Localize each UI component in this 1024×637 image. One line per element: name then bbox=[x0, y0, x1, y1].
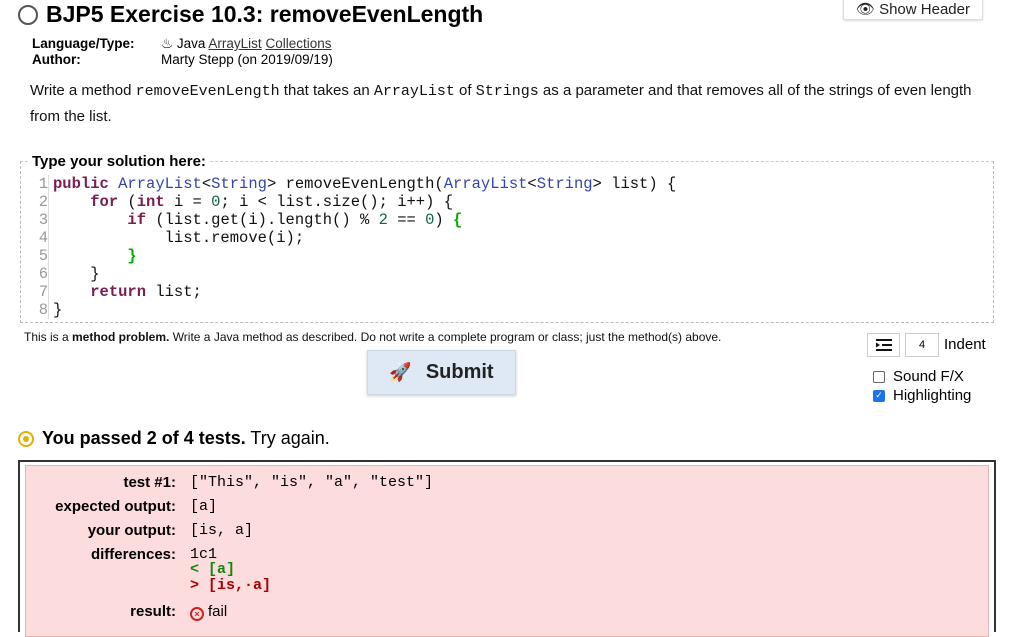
rocket-icon: 🚀 bbox=[389, 362, 412, 382]
status-circle-icon bbox=[18, 5, 38, 25]
problem-description: Write a method removeEvenLength that tak… bbox=[30, 82, 972, 125]
solution-legend: Type your solution here: bbox=[30, 153, 209, 170]
code-line[interactable]: public ArrayList<String> removeEvenLengt… bbox=[53, 175, 676, 193]
code-line[interactable]: return list; bbox=[53, 283, 676, 301]
line-number: 1 bbox=[38, 175, 48, 193]
highlighting-checkbox[interactable]: ✓ bbox=[873, 389, 885, 402]
language-label: Language/Type: bbox=[32, 36, 135, 51]
indent-icon bbox=[875, 339, 892, 351]
line-number: 6 bbox=[38, 265, 48, 283]
method-problem-note: This is a method problem. Write a Java m… bbox=[24, 330, 722, 344]
sound-fx-label: Sound F/X bbox=[893, 368, 964, 385]
code-line[interactable]: if (list.get(i).length() % 2 == 0) { bbox=[53, 211, 676, 229]
line-number: 8 bbox=[38, 301, 48, 319]
code-line[interactable]: } bbox=[53, 265, 676, 283]
page-title: BJP5 Exercise 10.3: removeEvenLength bbox=[46, 1, 484, 27]
eye-icon: 👁 bbox=[856, 1, 876, 18]
code-area[interactable]: public ArrayList<String> removeEvenLengt… bbox=[53, 175, 676, 319]
highlighting-label: Highlighting bbox=[893, 387, 972, 404]
author-value: Marty Stepp (on 2019/09/19) bbox=[161, 52, 333, 67]
language-name: Java bbox=[176, 36, 206, 51]
submit-label: Submit bbox=[425, 361, 494, 383]
code-line[interactable]: } bbox=[53, 247, 676, 265]
collections-link[interactable]: Collections bbox=[265, 36, 331, 51]
result-value: fail bbox=[208, 603, 228, 620]
line-number: 7 bbox=[38, 283, 48, 301]
show-header-label: Show Header bbox=[879, 1, 970, 18]
highlighting-toggle[interactable]: ✓ Highlighting bbox=[873, 387, 971, 404]
indent-input[interactable]: 4 bbox=[905, 333, 939, 357]
line-number: 4 bbox=[38, 229, 48, 247]
fail-icon: × bbox=[190, 607, 204, 621]
line-number: 2 bbox=[38, 193, 48, 211]
test-case-1: test #1: ["This", "is", "a", "test"] exp… bbox=[25, 465, 989, 637]
arraylist-link[interactable]: ArrayList bbox=[208, 36, 261, 51]
partial-pass-icon bbox=[18, 430, 34, 447]
submit-button[interactable]: 🚀 Submit bbox=[367, 350, 516, 395]
indent-label: Indent bbox=[944, 336, 986, 353]
line-number: 3 bbox=[38, 211, 48, 229]
header: BJP5 Exercise 10.3: removeEvenLength 👁 Sh… bbox=[18, 0, 1008, 30]
code-line[interactable]: } bbox=[53, 301, 676, 319]
line-number-gutter: 12345678 bbox=[27, 175, 49, 319]
result-summary: You passed 2 of 4 tests. Try again. bbox=[18, 428, 330, 449]
sound-fx-toggle[interactable]: Sound F/X bbox=[873, 368, 964, 385]
language-value: ♨ Java ArrayList Collections bbox=[161, 36, 331, 52]
indent-button[interactable] bbox=[867, 333, 900, 357]
show-header-button[interactable]: 👁 Show Header bbox=[843, 0, 983, 20]
sound-fx-checkbox[interactable] bbox=[873, 370, 885, 383]
author-label: Author: bbox=[32, 52, 81, 67]
java-icon: ♨ bbox=[161, 36, 174, 51]
code-line[interactable]: for (int i = 0; i < list.size(); i++) { bbox=[53, 193, 676, 211]
line-number: 5 bbox=[38, 247, 48, 265]
test-results-panel: test #1: ["This", "is", "a", "test"] exp… bbox=[18, 460, 996, 637]
code-editor[interactable]: 12345678 public ArrayList<String> remove… bbox=[27, 175, 987, 319]
code-line[interactable]: list.remove(i); bbox=[53, 229, 676, 247]
